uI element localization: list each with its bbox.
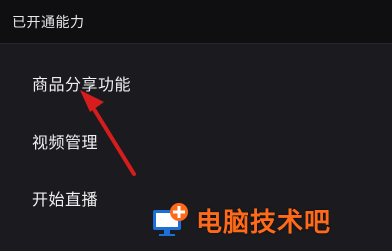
watermark: 电脑技术吧 [150, 200, 331, 240]
menu-item-product-share[interactable]: 商品分享功能 [32, 75, 131, 95]
menu-item-start-live[interactable]: 开始直播 [32, 190, 98, 210]
computer-plus-logo-icon [153, 203, 188, 236]
watermark-text: 电脑技术吧 [196, 207, 332, 238]
menu-item-video-management[interactable]: 视频管理 [32, 133, 98, 153]
section-title: 已开通能力 [12, 15, 85, 31]
